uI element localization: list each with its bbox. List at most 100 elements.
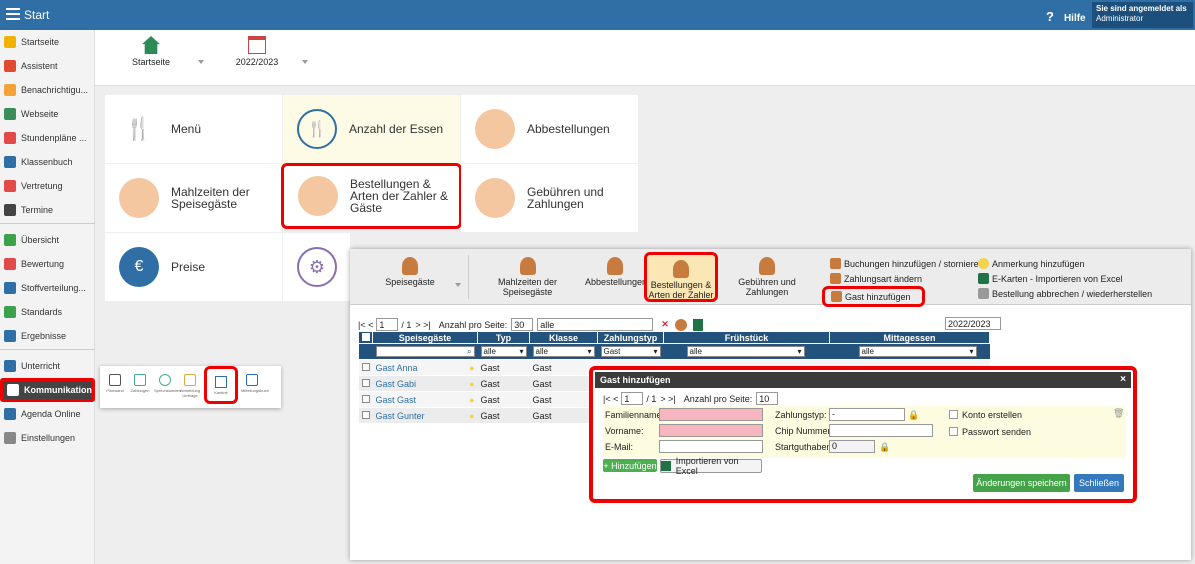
sidebar-item-2[interactable]: Benachrichtigu... (0, 78, 95, 102)
tile-settings[interactable]: ⚙M (283, 233, 359, 301)
submenu-sprechstunden[interactable]: Sprechstunden (154, 370, 181, 404)
typ-filter[interactable]: alle ▾ (480, 346, 527, 357)
email-input[interactable] (659, 440, 763, 453)
buchungen-link[interactable]: Buchungen hinzufügen / stornieren (830, 258, 984, 269)
sidebar-item-7[interactable]: Termine (0, 198, 95, 222)
sidebar-item-0[interactable]: Startseite (0, 30, 95, 54)
year-select[interactable]: 2022/2023 (945, 317, 1001, 330)
save-changes-button[interactable]: Änderungen speichern (973, 474, 1070, 492)
import-excel-button[interactable]: Importieren von Excel (660, 456, 762, 476)
filter-select[interactable]: alle (537, 318, 654, 331)
gast-hinzufuegen-link[interactable]: Gast hinzufügen (822, 286, 925, 307)
row-checkbox[interactable] (361, 410, 370, 419)
sidebar-item-6[interactable]: Vertretung (0, 174, 95, 198)
row-checkbox[interactable] (361, 362, 370, 371)
guest-name-link[interactable]: Gast Gabi (376, 379, 417, 389)
tile-preise[interactable]: € Preise (105, 233, 282, 301)
col-fruehstueck[interactable]: Frühstück (663, 331, 830, 344)
bestellungen-button[interactable]: Bestellungen & Arten der Zahler (644, 252, 718, 302)
page-select[interactable]: 1 (376, 318, 399, 331)
chevron-down-icon[interactable] (455, 283, 461, 287)
perpage-input[interactable]: 10 (756, 392, 779, 405)
startguthaben-input[interactable]: 0 (829, 440, 875, 453)
pager-next[interactable]: > >| (415, 320, 430, 330)
col-speisegaeste[interactable]: Speisegäste (372, 331, 478, 344)
vorname-input[interactable] (659, 424, 763, 437)
col-zahlungstyp[interactable]: Zahlungstyp (597, 331, 664, 344)
pager-first[interactable]: |< < (358, 320, 373, 330)
submenu-mitteilungsbuch[interactable]: Mitteilungsbuch (241, 370, 269, 404)
sidebar-item-10[interactable]: Stoffverteilung... (0, 276, 95, 300)
familienname-input[interactable] (659, 408, 763, 421)
sidebar-item-12[interactable]: Ergebnisse (0, 324, 95, 348)
guest-name-link[interactable]: Gast Gast (376, 395, 417, 405)
help-button[interactable]: ? Hilfe (1046, 9, 1086, 24)
hamburger-menu-icon[interactable] (6, 8, 20, 20)
pager-first[interactable]: |< < (603, 394, 618, 404)
zahlungstyp-select[interactable]: - (829, 408, 905, 421)
add-guest-button[interactable]: + Hinzufügen (603, 459, 657, 472)
search-icon[interactable]: ⌕ (467, 347, 471, 357)
guest-name-link[interactable]: Gast Gunter (376, 411, 425, 421)
konto-checkbox[interactable] (949, 410, 958, 419)
bestellung-abbrechen-link[interactable]: Bestellung abbrechen / wiederherstellen (978, 288, 1152, 299)
submenu-kantine[interactable]: Kantine (204, 366, 238, 404)
speisegaeste-button[interactable]: Speisegäste (370, 257, 450, 287)
name-search-input[interactable]: ⌕ (375, 346, 475, 357)
ekarten-link[interactable]: E-Karten - Importieren von Excel (978, 273, 1123, 284)
row-checkbox[interactable] (361, 394, 370, 403)
clear-filter-icon[interactable]: ✕ (661, 319, 669, 330)
sidebar-item-5[interactable]: Klassenbuch (0, 150, 95, 174)
sidebar-item-15[interactable]: Agenda Online (0, 402, 95, 426)
sidebar-item-8[interactable]: Übersicht (0, 228, 95, 252)
chevron-down-icon[interactable] (302, 60, 308, 64)
tab-startseite[interactable]: Startseite (111, 36, 191, 67)
sidebar-item-16[interactable]: Einstellungen (0, 426, 95, 450)
close-button[interactable]: Schließen (1074, 474, 1124, 492)
col-typ[interactable]: Typ (477, 331, 530, 344)
tile-gebuehren[interactable]: Gebühren und Zahlungen (461, 164, 638, 232)
sidebar-item-4[interactable]: Stundenpläne ... (0, 126, 95, 150)
mahlzeiten-button[interactable]: Mahlzeiten der Speisegäste (475, 257, 580, 297)
tile-mahlzeiten[interactable]: Mahlzeiten der Speisegäste (105, 164, 282, 232)
chevron-down-icon[interactable] (198, 60, 204, 64)
submenu-zahlungen[interactable]: Zahlungen (129, 370, 151, 404)
zahlungsart-link[interactable]: Zahlungsart ändern (830, 273, 922, 284)
col-mittagessen[interactable]: Mittagessen (829, 331, 990, 344)
col-klasse[interactable]: Klasse (529, 331, 598, 344)
sidebar-item-14[interactable]: Kommunikation› (0, 378, 98, 402)
submenu-abmeldung[interactable]: Abmeldung Umfrage (179, 370, 201, 404)
sidebar-item-3[interactable]: Webseite (0, 102, 95, 126)
sidebar-icon (4, 36, 16, 48)
abbestellungen-button[interactable]: Abbestellungen (585, 257, 647, 287)
user-icon[interactable] (674, 318, 687, 331)
submenu-pinnwand[interactable]: Pinnwand (104, 370, 126, 404)
sidebar-item-1[interactable]: Assistent (0, 54, 95, 78)
sidebar-item-11[interactable]: Standards (0, 300, 95, 324)
passwort-checkbox[interactable] (949, 427, 958, 436)
trash-icon[interactable]: 🗑 (1113, 408, 1124, 419)
sidebar-item-9[interactable]: Bewertung (0, 252, 95, 276)
perpage-input[interactable]: 30 (511, 318, 534, 331)
page-select[interactable]: 1 (621, 392, 644, 405)
close-icon[interactable]: × (1120, 374, 1126, 385)
mittagessen-filter[interactable]: alle ▾ (858, 346, 977, 357)
anmerkung-link[interactable]: Anmerkung hinzufügen (978, 258, 1085, 269)
tile-anzahl-essen[interactable]: 🍴 Anzahl der Essen (283, 95, 460, 163)
chip-input[interactable] (829, 424, 933, 437)
tile-abbestellungen[interactable]: Abbestellungen (461, 95, 638, 163)
klasse-filter[interactable]: alle ▾ (532, 346, 595, 357)
user-menu[interactable]: Sie sind angemeldet als Administrator (1092, 2, 1193, 28)
guest-name-link[interactable]: Gast Anna (376, 363, 418, 373)
row-checkbox[interactable] (361, 378, 370, 387)
select-all-checkbox[interactable] (358, 331, 373, 344)
zahlungstyp-filter[interactable]: Gast ▾ (600, 346, 661, 357)
sidebar-item-13[interactable]: Unterricht (0, 354, 95, 378)
excel-icon[interactable] (692, 318, 703, 331)
fruehstueck-filter[interactable]: alle ▾ (686, 346, 805, 357)
tab-schoolyear[interactable]: 2022/2023 (217, 36, 297, 67)
tile-menue[interactable]: 🍴 Menü (105, 95, 282, 163)
tile-bestellungen[interactable]: Bestellungen & Arten der Zahler & Gäste (281, 163, 462, 229)
gebuehren-button[interactable]: Gebühren und Zahlungen (722, 257, 812, 297)
pager-next[interactable]: > >| (660, 394, 675, 404)
